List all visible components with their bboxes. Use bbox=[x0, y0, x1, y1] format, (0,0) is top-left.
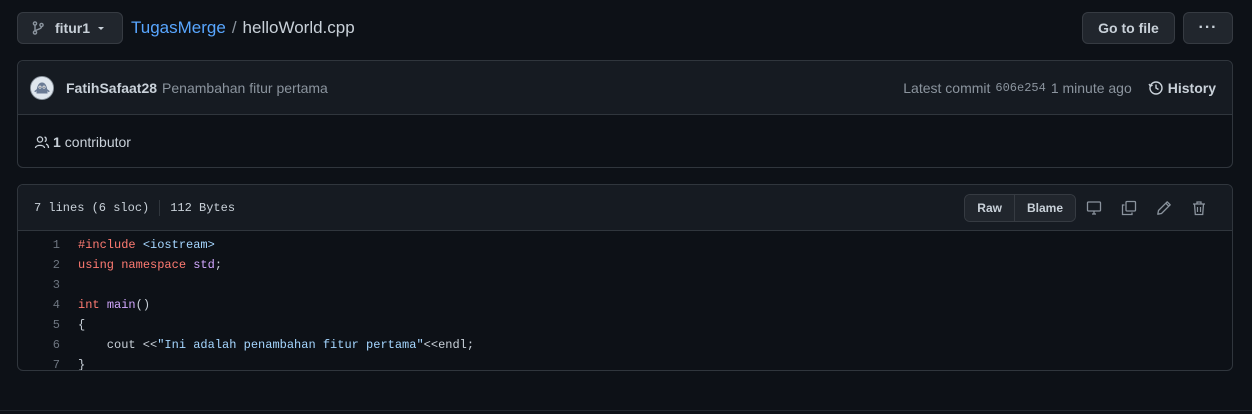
contributors-row: 1 contributor bbox=[18, 115, 1232, 168]
line-content: #include <iostream> bbox=[60, 238, 215, 252]
more-options-button[interactable]: ··· bbox=[1183, 12, 1233, 44]
file-header: 7 lines (6 sloc) 112 Bytes Raw Blame bbox=[18, 185, 1232, 231]
line-content: int main() bbox=[60, 298, 150, 312]
avatar-image-icon bbox=[31, 76, 53, 99]
code-line: 2 using namespace std; bbox=[18, 255, 1232, 275]
commit-author[interactable]: FatihSafaat28 bbox=[66, 80, 157, 96]
line-number[interactable]: 2 bbox=[18, 258, 60, 272]
pencil-icon bbox=[1156, 200, 1171, 215]
code-token: main bbox=[106, 298, 136, 312]
code-token: ; bbox=[214, 258, 223, 272]
people-icon bbox=[34, 135, 50, 148]
edit-file-button[interactable] bbox=[1146, 194, 1181, 222]
history-icon bbox=[1148, 80, 1163, 95]
raw-button[interactable]: Raw bbox=[965, 194, 1014, 221]
history-link[interactable]: History bbox=[1148, 80, 1216, 96]
line-number[interactable]: 1 bbox=[18, 238, 60, 252]
code-token: "Ini adalah penambahan fitur pertama" bbox=[157, 338, 424, 352]
file-navigation-bar: fitur1 TugasMerge / helloWorld.cpp Go to… bbox=[17, 12, 1233, 44]
code-token: { bbox=[78, 318, 86, 332]
contributor-count[interactable]: 1 bbox=[53, 134, 61, 150]
chevron-down-icon bbox=[98, 27, 104, 30]
line-number[interactable]: 5 bbox=[18, 318, 60, 332]
code-token: std bbox=[193, 258, 215, 272]
top-actions: Go to file ··· bbox=[1082, 12, 1233, 44]
open-desktop-button[interactable] bbox=[1076, 194, 1111, 222]
file-size: 112 Bytes bbox=[170, 200, 236, 215]
line-number[interactable]: 6 bbox=[18, 338, 60, 352]
branch-select-button[interactable]: fitur1 bbox=[17, 12, 123, 44]
breadcrumb: TugasMerge / helloWorld.cpp bbox=[131, 18, 355, 38]
commit-row: FatihSafaat28 Penambahan fitur pertama L… bbox=[18, 61, 1232, 115]
commit-sha-link[interactable]: 606e254 bbox=[995, 81, 1045, 95]
code-token: #include bbox=[78, 238, 136, 252]
avatar[interactable] bbox=[30, 75, 54, 100]
footer-divider bbox=[0, 410, 1252, 411]
code-view: 1 #include <iostream> 2 using namespace std… bbox=[18, 231, 1232, 371]
file-viewer: 7 lines (6 sloc) 112 Bytes Raw Blame 1 #… bbox=[17, 184, 1233, 371]
code-token: cout << bbox=[78, 338, 158, 352]
line-content: { bbox=[60, 318, 85, 332]
contributor-label[interactable]: contributor bbox=[65, 134, 131, 150]
commit-message[interactable]: Penambahan fitur pertama bbox=[162, 80, 328, 96]
git-branch-icon bbox=[32, 21, 44, 35]
line-content: using namespace std; bbox=[60, 258, 222, 272]
file-actions: Raw Blame bbox=[964, 193, 1216, 222]
history-label: History bbox=[1167, 79, 1216, 96]
raw-blame-group: Raw Blame bbox=[964, 193, 1076, 222]
line-number[interactable]: 7 bbox=[18, 358, 60, 370]
code-line: 4 int main() bbox=[18, 295, 1232, 315]
breadcrumb-repo-link[interactable]: TugasMerge bbox=[131, 18, 226, 38]
code-token: () bbox=[135, 298, 151, 312]
delete-file-button[interactable] bbox=[1181, 194, 1216, 222]
go-to-file-button[interactable]: Go to file bbox=[1082, 12, 1175, 44]
display-icon bbox=[1086, 200, 1101, 215]
file-info: 7 lines (6 sloc) 112 Bytes bbox=[34, 199, 236, 216]
code-line: 5{ bbox=[18, 315, 1232, 335]
code-token: int bbox=[78, 298, 100, 312]
trash-icon bbox=[1192, 200, 1205, 215]
blame-button[interactable]: Blame bbox=[1013, 194, 1075, 221]
line-content: cout <<"Ini adalah penambahan fitur pert… bbox=[60, 338, 474, 352]
breadcrumb-separator: / bbox=[231, 18, 237, 37]
code-line: 3 bbox=[18, 275, 1232, 295]
latest-commit-box: FatihSafaat28 Penambahan fitur pertama L… bbox=[17, 60, 1233, 168]
latest-commit-label: Latest commit bbox=[903, 79, 991, 96]
code-line: 1 #include <iostream> bbox=[18, 235, 1232, 255]
code-token: using bbox=[78, 258, 115, 272]
copy-raw-button[interactable] bbox=[1111, 194, 1146, 222]
file-lines-info: 7 lines (6 sloc) bbox=[34, 200, 150, 215]
copy-icon bbox=[1121, 200, 1136, 215]
line-content: } bbox=[60, 358, 86, 371]
code-token: <<endl; bbox=[423, 338, 475, 352]
file-info-divider bbox=[159, 199, 161, 216]
commit-meta: Latest commit 606e254 1 minute ago Histo… bbox=[903, 80, 1216, 96]
line-number[interactable]: 4 bbox=[18, 298, 60, 312]
code-line: 7} bbox=[18, 355, 1232, 371]
code-token: namespace bbox=[121, 258, 187, 272]
commit-time: 1 minute ago bbox=[1050, 79, 1132, 96]
breadcrumb-file-name: helloWorld.cpp bbox=[242, 18, 355, 37]
code-token: } bbox=[78, 358, 86, 371]
branch-name: fitur1 bbox=[55, 20, 90, 36]
line-number[interactable]: 3 bbox=[18, 278, 60, 292]
code-line: 6 cout <<"Ini adalah penambahan fitur pe… bbox=[18, 335, 1232, 355]
code-token: <iostream> bbox=[142, 238, 215, 252]
